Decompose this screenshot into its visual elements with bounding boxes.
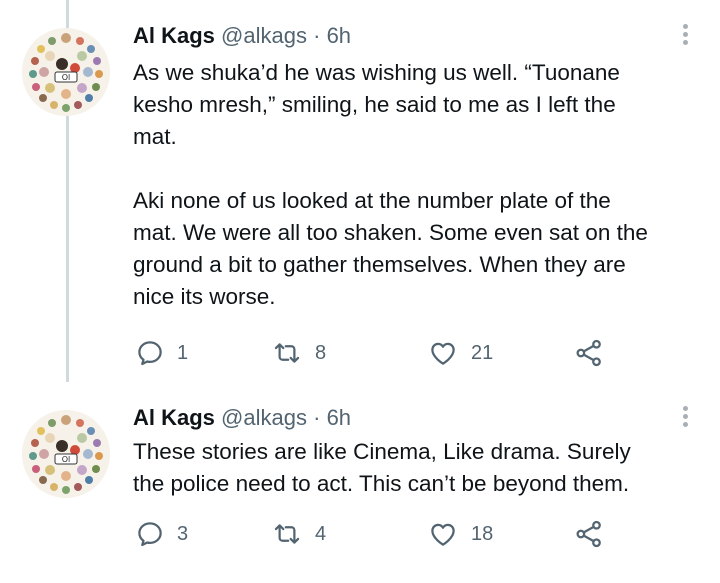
retweet-count: 4 — [315, 522, 327, 545]
like-count: 18 — [471, 522, 494, 545]
retweet-button[interactable]: 8 — [271, 337, 326, 369]
more-options-icon[interactable] — [681, 22, 689, 50]
tweet-text-line: kesho mresh,” smiling, he said to me as … — [133, 92, 616, 117]
like-count: 21 — [471, 341, 494, 364]
like-button[interactable]: 18 — [427, 518, 493, 550]
tweet-text-line: ground a bit to gather themselves. When … — [133, 252, 626, 277]
tweet-actions: 3 4 18 — [133, 518, 693, 550]
svg-text:Ol: Ol — [62, 455, 71, 464]
share-icon — [576, 520, 601, 548]
share-button[interactable] — [573, 518, 605, 550]
author-handle[interactable]: @alkags — [221, 405, 307, 430]
heart-icon — [431, 342, 455, 365]
share-button[interactable] — [573, 337, 605, 369]
avatar[interactable]: Ol — [22, 28, 110, 116]
svg-text:Ol: Ol — [62, 73, 71, 82]
tweet-text-line: nice its worse. — [133, 284, 276, 309]
collage-avatar-icon: Ol — [22, 410, 110, 498]
author-name[interactable]: Al Kags — [133, 23, 215, 48]
tweet-header: Al Kags @alkags · 6h — [133, 404, 351, 432]
author-handle[interactable]: @alkags — [221, 23, 307, 48]
reply-count: 1 — [177, 341, 189, 364]
like-button[interactable]: 21 — [427, 337, 493, 369]
tweet-text-line: These stories are like Cinema, Like dram… — [133, 439, 631, 464]
timestamp[interactable]: 6h — [327, 23, 351, 48]
reply-count: 3 — [177, 522, 189, 545]
header-separator: · — [313, 405, 321, 430]
paragraph-break — [133, 153, 703, 185]
more-options-icon[interactable] — [681, 404, 689, 432]
tweet-text-line: mat. We were all too shaken. Some even s… — [133, 220, 648, 245]
tweet-text: These stories are like Cinema, Like dram… — [133, 436, 703, 500]
retweet-icon — [274, 343, 300, 363]
tweet-text: As we shuka’d he was wishing us well. “T… — [133, 57, 703, 313]
reply-button[interactable]: 1 — [135, 337, 188, 369]
reply-button[interactable]: 3 — [135, 518, 188, 550]
retweet-icon — [274, 524, 300, 544]
header-separator: · — [313, 23, 321, 48]
reply-icon — [138, 522, 162, 547]
tweet-text-line: As we shuka’d he was wishing us well. “T… — [133, 60, 620, 85]
tweet-actions: 1 8 21 — [133, 337, 693, 369]
share-icon — [576, 339, 601, 367]
tweet[interactable]: Ol Al Kags @alkags · 6h These stories ar… — [0, 396, 720, 583]
tweet-text-line: Aki none of us looked at the number plat… — [133, 188, 611, 213]
tweet-text-line: the police need to act. This can’t be be… — [133, 471, 630, 496]
tweet[interactable]: Ol Al Kags @alkags · 6h As we shuka’d he… — [0, 0, 720, 396]
retweet-count: 8 — [315, 341, 327, 364]
avatar[interactable]: Ol — [22, 410, 110, 498]
retweet-button[interactable]: 4 — [271, 518, 326, 550]
tweet-header: Al Kags @alkags · 6h — [133, 22, 351, 50]
timestamp[interactable]: 6h — [327, 405, 351, 430]
tweet-text-line: mat. — [133, 124, 177, 149]
heart-icon — [431, 523, 455, 546]
author-name[interactable]: Al Kags — [133, 405, 215, 430]
reply-icon — [138, 341, 162, 366]
collage-avatar-icon: Ol — [22, 28, 110, 116]
